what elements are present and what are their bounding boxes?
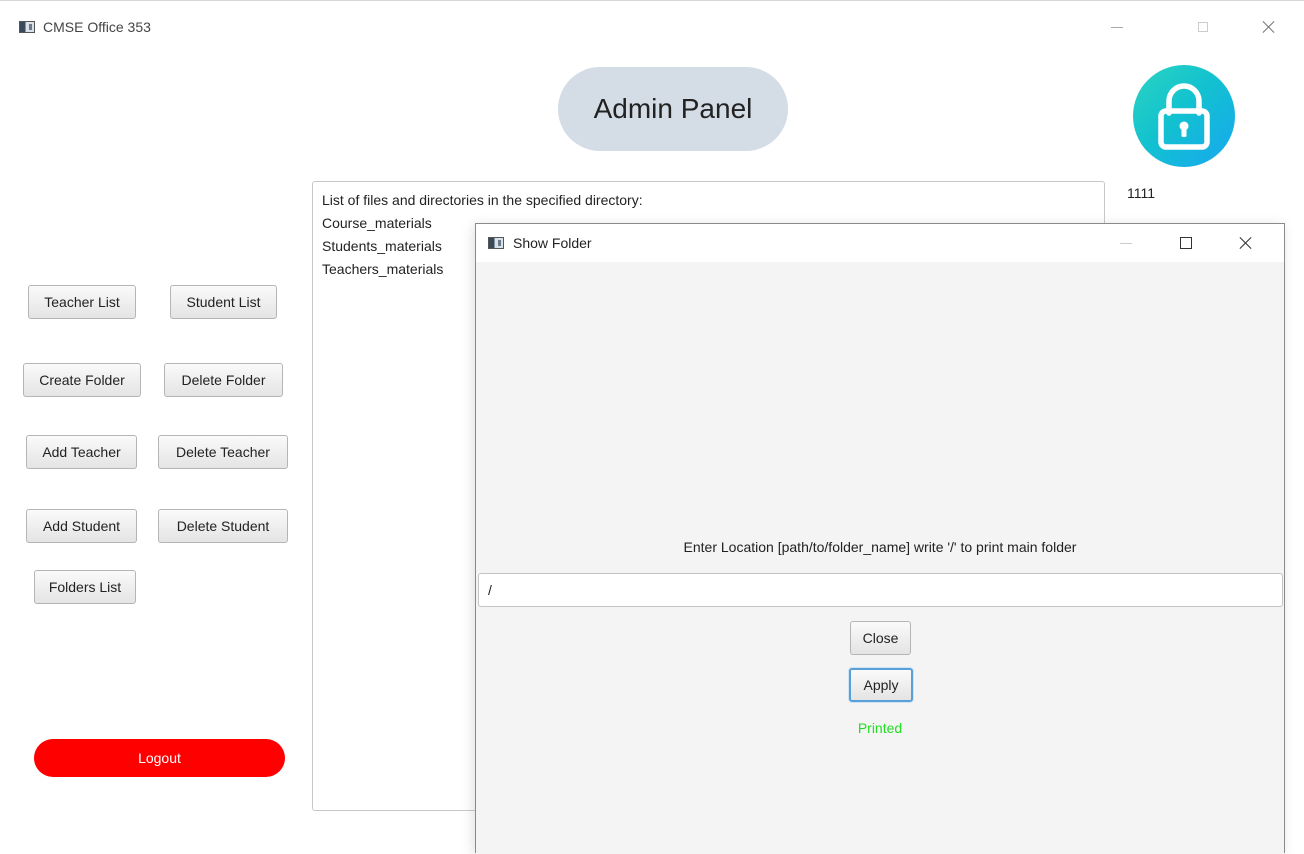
lock-icon bbox=[1133, 65, 1235, 167]
status-message: Printed bbox=[857, 720, 903, 736]
delete-teacher-button[interactable]: Delete Teacher bbox=[158, 435, 288, 469]
user-code-label: 1111 bbox=[1127, 185, 1156, 201]
dialog-title: Show Folder bbox=[513, 235, 592, 251]
output-line: List of files and directories in the spe… bbox=[322, 192, 643, 208]
app-icon bbox=[19, 21, 35, 33]
apply-button[interactable]: Apply bbox=[849, 668, 913, 702]
maximize-icon bbox=[1198, 22, 1208, 32]
close-button[interactable]: Close bbox=[850, 621, 911, 655]
maximize-icon bbox=[1180, 237, 1192, 249]
minimize-icon bbox=[1120, 242, 1132, 244]
dialog-minimize-button[interactable] bbox=[1103, 228, 1149, 258]
maximize-button[interactable] bbox=[1180, 12, 1226, 42]
logout-button[interactable]: Logout bbox=[34, 739, 285, 777]
teacher-list-button[interactable]: Teacher List bbox=[28, 285, 136, 319]
delete-folder-button[interactable]: Delete Folder bbox=[164, 363, 283, 397]
close-icon bbox=[1239, 236, 1253, 250]
create-folder-button[interactable]: Create Folder bbox=[23, 363, 141, 397]
location-input[interactable] bbox=[478, 573, 1283, 607]
app-icon bbox=[488, 237, 504, 249]
dialog-body: Enter Location [path/to/folder_name] wri… bbox=[476, 262, 1284, 854]
dialog-maximize-button[interactable] bbox=[1163, 228, 1209, 258]
page-title: Admin Panel bbox=[558, 67, 788, 151]
dialog-close-window-button[interactable] bbox=[1223, 228, 1269, 258]
close-icon bbox=[1262, 20, 1276, 34]
location-prompt: Enter Location [path/to/folder_name] wri… bbox=[683, 539, 1077, 555]
main-titlebar: CMSE Office 353 bbox=[0, 1, 1304, 53]
add-student-button[interactable]: Add Student bbox=[26, 509, 137, 543]
student-list-button[interactable]: Student List bbox=[170, 285, 277, 319]
minimize-icon bbox=[1111, 26, 1123, 28]
main-window: CMSE Office 353 Admin Panel 1111 List of… bbox=[0, 0, 1304, 854]
folders-list-button[interactable]: Folders List bbox=[34, 570, 136, 604]
close-window-button[interactable] bbox=[1246, 12, 1292, 42]
window-title: CMSE Office 353 bbox=[43, 19, 151, 35]
dialog-titlebar: Show Folder bbox=[476, 224, 1284, 262]
show-folder-dialog: Show Folder Enter Location [path/to/fold… bbox=[475, 223, 1285, 854]
add-teacher-button[interactable]: Add Teacher bbox=[26, 435, 137, 469]
delete-student-button[interactable]: Delete Student bbox=[158, 509, 288, 543]
minimize-button[interactable] bbox=[1094, 12, 1140, 42]
